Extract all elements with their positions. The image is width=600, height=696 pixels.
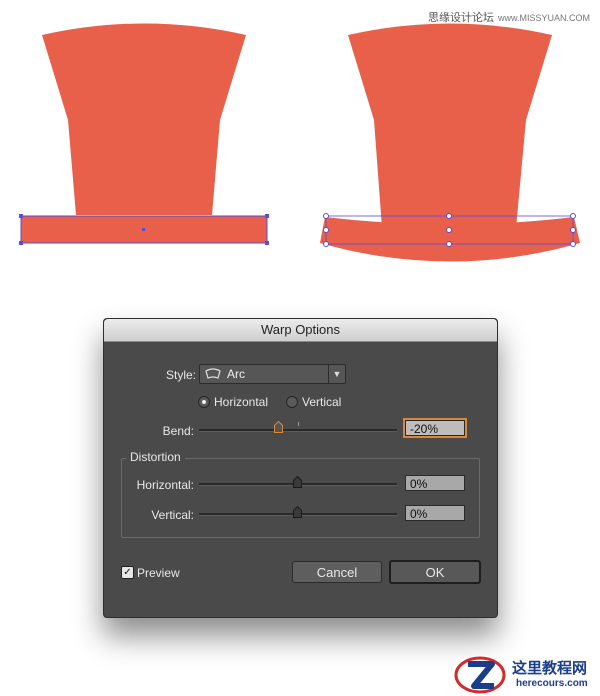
distortion-vertical-thumb[interactable] [293, 506, 302, 518]
preview-label[interactable]: Preview [137, 566, 180, 580]
distortion-title: Distortion [126, 450, 185, 464]
bend-value-field[interactable]: -20% [405, 420, 465, 436]
preview-checkbox[interactable]: ✓ [121, 566, 134, 579]
bend-slider-track[interactable] [199, 429, 397, 432]
hat-crown-left [42, 23, 246, 215]
horizontal-radio-label[interactable]: Horizontal [214, 395, 268, 409]
hat-illustrations [19, 23, 580, 262]
style-dropdown[interactable]: Arc ▼ [199, 364, 346, 384]
horizontal-radio[interactable] [198, 396, 210, 408]
distortion-horizontal-field[interactable]: 0% [405, 475, 465, 491]
dialog-title: Warp Options [104, 319, 497, 342]
vertical-radio-label[interactable]: Vertical [302, 395, 341, 409]
hat-crown-right [348, 23, 552, 228]
watermark-bottom-title: 这里教程网 [512, 660, 588, 677]
herecours-logo-icon [454, 656, 506, 694]
warp-options-dialog: Warp Options Style: Arc ▼ Horizontal Ver… [103, 318, 498, 618]
distortion-horizontal-thumb[interactable] [293, 476, 302, 488]
cancel-button[interactable]: Cancel [292, 561, 382, 583]
distortion-horizontal-label: Horizontal: [136, 478, 194, 492]
watermark-bottom: 这里教程网 herecours.com [454, 654, 600, 696]
ok-button[interactable]: OK [389, 560, 481, 584]
arc-icon [205, 368, 221, 379]
distortion-vertical-label: Vertical: [151, 508, 194, 522]
bend-slider-thumb[interactable] [274, 421, 283, 433]
chevron-down-icon[interactable]: ▼ [328, 365, 345, 383]
bend-center-tick [298, 422, 299, 426]
distortion-group [121, 458, 480, 538]
distortion-vertical-field[interactable]: 0% [405, 505, 465, 521]
watermark-bottom-site: herecours.com [516, 678, 588, 689]
style-value: Arc [227, 367, 245, 381]
hat-warped [320, 23, 580, 262]
vertical-radio[interactable] [286, 396, 298, 408]
style-label: Style: [165, 368, 196, 382]
bend-label: Bend: [162, 424, 194, 438]
hat-original [19, 23, 269, 245]
